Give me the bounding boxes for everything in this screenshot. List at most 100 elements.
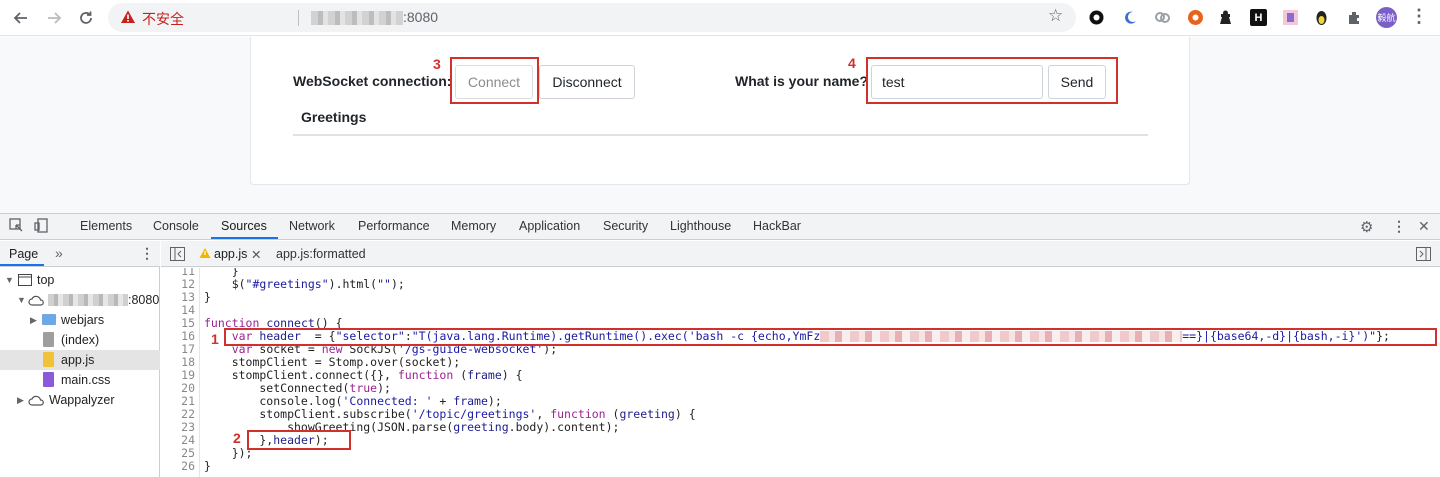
editor-tab-appjs[interactable]: app.js <box>214 247 247 261</box>
browser-toolbar: 不安全 :8080 ☆ H 毅航 ⋮ <box>0 0 1440 36</box>
tree-item-appjs[interactable]: app.js <box>0 350 160 370</box>
extension-moon-icon[interactable] <box>1121 9 1138 26</box>
name-label: What is your name? <box>735 73 869 89</box>
code-line: 23 showGreeting(JSON.parse(greeting.body… <box>181 420 620 434</box>
bookmark-star-icon[interactable]: ☆ <box>1048 6 1063 26</box>
host-redacted <box>48 294 128 306</box>
tree-item-maincss[interactable]: main.css <box>0 370 160 390</box>
annotation-box-3 <box>450 57 539 104</box>
document-file-icon <box>43 332 54 347</box>
tree-item-webjars[interactable]: ▶ webjars <box>0 310 160 330</box>
profile-avatar[interactable]: 毅航 <box>1376 7 1397 28</box>
tree-label-appjs: app.js <box>61 353 95 367</box>
code-line: 14 <box>181 303 195 317</box>
annotation-number-4: 4 <box>848 55 856 71</box>
folder-icon <box>42 314 56 325</box>
extension-penguin-icon[interactable] <box>1313 9 1330 26</box>
editor-tab-formatted[interactable]: app.js:formatted <box>276 247 366 261</box>
annotation-number-2: 2 <box>233 430 241 446</box>
sources-navigator: Page » ⋮ ▼ top ▼ :8080 ▶ webjars (index) <box>0 241 160 477</box>
insecure-label[interactable]: 不安全 <box>142 9 184 29</box>
tree-label-top: top <box>37 273 55 287</box>
annotation-box-2 <box>247 430 351 450</box>
extension-h-icon[interactable]: H <box>1250 9 1267 26</box>
tree-label-index: (index) <box>61 333 100 347</box>
omnibox-divider <box>298 10 299 26</box>
tab-performance[interactable]: Performance <box>358 214 430 240</box>
url-host-redacted <box>311 11 403 25</box>
devtools-tab-bar: Elements Console Sources Network Perform… <box>0 214 1440 240</box>
tab-page[interactable]: Page <box>9 247 38 261</box>
js-file-icon <box>43 352 54 367</box>
collapsed-triangle-icon: ▶ <box>17 395 24 405</box>
active-tab-indicator <box>211 237 278 239</box>
tab-console[interactable]: Console <box>153 214 199 240</box>
code-line: 25 }); <box>181 446 253 460</box>
cloud-icon <box>28 395 44 406</box>
address-bar[interactable]: 不安全 :8080 ☆ <box>108 3 1076 32</box>
more-tabs-icon[interactable]: » <box>55 245 63 261</box>
reload-icon[interactable] <box>73 5 99 31</box>
devtools-panel: Elements Console Sources Network Perform… <box>0 213 1440 477</box>
navigator-header: Page » ⋮ <box>0 241 160 267</box>
frame-icon <box>18 274 32 286</box>
greetings-divider <box>293 134 1148 136</box>
page-tab-indicator <box>0 264 44 266</box>
web-page: WebSocket connection: Connect Disconnect… <box>0 37 1440 213</box>
close-tab-icon[interactable]: ✕ <box>251 247 261 262</box>
url-port: :8080 <box>403 9 439 25</box>
greetings-header: Greetings <box>301 109 367 125</box>
tab-hackbar[interactable]: HackBar <box>753 214 801 240</box>
settings-gear-icon[interactable]: ⚙ <box>1360 218 1373 236</box>
annotation-box-4 <box>866 57 1118 104</box>
warning-icon <box>199 248 211 258</box>
cloud-icon <box>28 295 44 306</box>
css-file-icon <box>43 372 54 387</box>
back-icon[interactable] <box>8 5 34 31</box>
tab-memory[interactable]: Memory <box>451 214 496 240</box>
tree-label-host-port: :8080 <box>128 293 160 307</box>
extension-spy-icon[interactable] <box>1217 9 1234 26</box>
tab-network[interactable]: Network <box>289 214 335 240</box>
code-line-header-arg: 24 },header); <box>181 433 329 447</box>
annotation-number-1: 1 <box>211 331 219 347</box>
tree-label-wappalyzer: Wappalyzer <box>49 393 115 407</box>
collapsed-triangle-icon: ▶ <box>30 315 37 325</box>
disconnect-button[interactable]: Disconnect <box>539 65 635 99</box>
warning-icon <box>120 9 136 28</box>
extensions-puzzle-icon[interactable] <box>1346 9 1363 26</box>
toggle-navigator-icon[interactable] <box>170 247 185 261</box>
tab-security[interactable]: Security <box>603 214 648 240</box>
extension-link-icon[interactable] <box>1154 9 1171 26</box>
inspect-element-icon[interactable] <box>9 218 24 236</box>
code-line: 13} <box>181 290 211 304</box>
editor-tab-bar: app.js ✕ app.js:formatted <box>161 241 1440 267</box>
expanded-triangle-icon: ▼ <box>17 295 26 305</box>
tree-label-maincss: main.css <box>61 373 111 387</box>
browser-menu-icon[interactable]: ⋮ <box>1410 6 1428 27</box>
navigator-menu-icon[interactable]: ⋮ <box>140 245 154 262</box>
tree-label-webjars: webjars <box>61 313 105 327</box>
tree-item-host[interactable]: ▼ :8080 <box>0 290 160 310</box>
tab-application[interactable]: Application <box>519 214 580 240</box>
tree-item-wappalyzer[interactable]: ▶ Wappalyzer <box>0 390 160 410</box>
code-line: 12 $("#greetings").html(""); <box>181 277 405 291</box>
websocket-connection-label: WebSocket connection: <box>293 73 452 89</box>
device-toolbar-icon[interactable] <box>34 218 49 236</box>
forward-icon[interactable] <box>41 5 67 31</box>
expanded-triangle-icon: ▼ <box>5 275 14 285</box>
tree-item-index[interactable]: (index) <box>0 330 160 350</box>
close-devtools-icon[interactable]: ✕ <box>1418 218 1430 235</box>
extension-orange-icon[interactable] <box>1187 9 1204 26</box>
toggle-debugger-icon[interactable] <box>1416 247 1431 261</box>
tab-elements[interactable]: Elements <box>80 214 132 240</box>
code-editor[interactable]: 11 } 12 $("#greetings").html(""); 13} 14… <box>161 268 1440 477</box>
annotation-number-3: 3 <box>433 56 441 72</box>
websocket-card: WebSocket connection: Connect Disconnect… <box>250 37 1190 185</box>
extension-circle-icon[interactable] <box>1088 9 1105 26</box>
annotation-box-1 <box>224 328 1437 346</box>
tab-lighthouse[interactable]: Lighthouse <box>670 214 731 240</box>
tree-item-top[interactable]: ▼ top <box>0 270 160 290</box>
devtools-menu-icon[interactable]: ⋮ <box>1392 218 1406 235</box>
extension-colorful-icon[interactable] <box>1282 9 1299 26</box>
